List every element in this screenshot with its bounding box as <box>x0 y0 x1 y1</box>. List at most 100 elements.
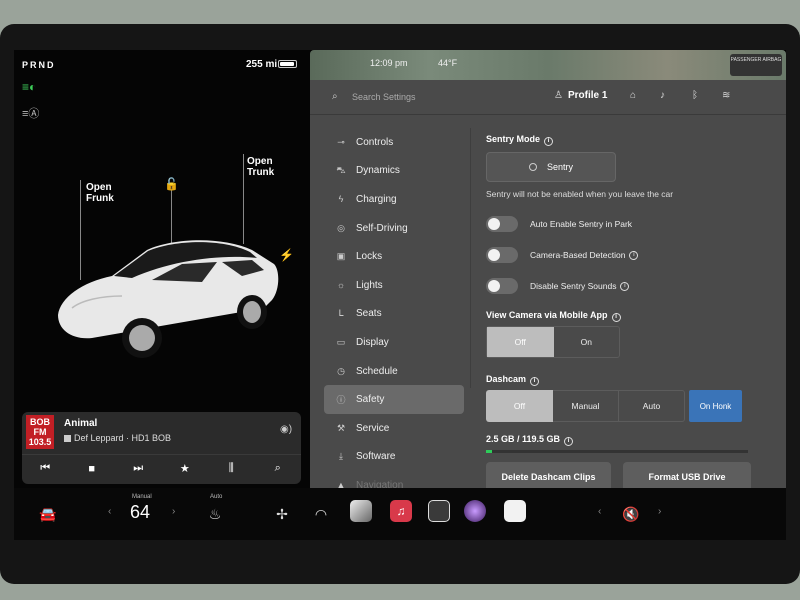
car-model-image <box>58 240 279 358</box>
nav-label: Safety <box>356 394 385 406</box>
info-icon[interactable]: i <box>544 137 554 146</box>
nav-seats[interactable]: ᒪ Seats <box>324 300 464 329</box>
toybox-app-icon[interactable] <box>350 500 372 522</box>
next-track-icon[interactable]: ⏭ <box>127 458 149 480</box>
nav-label: Locks <box>356 251 383 263</box>
unlock-icon[interactable]: 🔓 <box>164 177 179 191</box>
now-playing[interactable]: BOB FM 103.5 Animal Def Leppard · HD1 BO… <box>22 412 301 452</box>
open-trunk-button[interactable]: Open Trunk <box>247 156 274 178</box>
nav-dynamics[interactable]: ⛍ Dynamics <box>324 157 464 186</box>
dashcam-auto[interactable]: Auto <box>619 390 685 422</box>
mute-icon[interactable]: 🔇 <box>618 498 644 530</box>
fan-icon[interactable]: ✢ <box>269 498 295 530</box>
headlight-icon[interactable]: ≡◐ <box>22 80 40 94</box>
info-icon[interactable]: i <box>629 250 639 260</box>
previous-track-icon[interactable]: ⏮ <box>34 458 56 480</box>
car-status-pane: PRND 255 mi ≡◐ ≡Ⓐ Open Frunk Open Trunk … <box>14 50 310 493</box>
info-icon[interactable]: i <box>611 313 621 322</box>
media-search-icon[interactable]: ⌕ <box>267 458 289 480</box>
settings-topbar: ⌕ ♙ Profile 1 ⌂ ♪ ᛒ ≋ <box>310 80 786 115</box>
camera-detection-row[interactable]: Camera-Based Detection i <box>486 245 639 265</box>
download-icon: ⤓ <box>339 451 343 462</box>
nav-display[interactable]: ▭ Display <box>324 328 464 357</box>
bolt-icon: ϟ <box>338 194 344 205</box>
nav-label: Dynamics <box>356 165 400 177</box>
bluetooth-icon[interactable]: ᛒ <box>692 90 698 101</box>
nav-label: Lights <box>356 279 383 291</box>
temp-up-chevron-icon[interactable]: › <box>172 506 175 517</box>
car-icon[interactable]: 🚘 <box>34 498 62 530</box>
passenger-airbag-indicator: PASSENGER AIRBAG <box>730 54 782 76</box>
dashcam-manual[interactable]: Manual <box>553 390 619 422</box>
nav-label: Software <box>356 451 396 463</box>
nav-safety[interactable]: ⓘ Safety <box>324 385 464 414</box>
hd-radio-icon[interactable]: ◉) <box>280 424 292 435</box>
disable-sounds-row[interactable]: Disable Sentry Sounds i <box>486 276 630 296</box>
sentry-icon <box>528 163 537 171</box>
search-settings-input[interactable] <box>352 89 492 105</box>
nav-service[interactable]: ⚒ Service <box>324 414 464 443</box>
dashcam-on-honk[interactable]: On Honk <box>689 390 742 422</box>
dashcam-off[interactable]: Off <box>486 390 553 422</box>
disable-sounds-toggle[interactable] <box>486 278 518 294</box>
nav-label: Seats <box>356 308 382 320</box>
profile-icon: ♙ <box>554 90 563 101</box>
equalizer-icon[interactable]: ⫼ <box>220 458 242 480</box>
temp-down-chevron-icon[interactable]: ‹ <box>108 506 111 517</box>
calendar-app-icon[interactable] <box>504 500 526 522</box>
home-icon[interactable]: ⌂ <box>630 90 636 101</box>
info-icon: ⓘ <box>336 395 346 406</box>
favorite-star-icon[interactable]: ★ <box>174 458 196 480</box>
dashcam-heading: Dashcam i <box>486 374 540 386</box>
volume-down-chevron-icon[interactable]: ‹ <box>598 506 601 517</box>
nav-schedule[interactable]: ◷ Schedule <box>324 357 464 386</box>
map-temp: 44°F <box>438 58 458 68</box>
nav-label: Charging <box>356 193 397 205</box>
auto-lights-icon[interactable]: ≡Ⓐ <box>22 105 40 120</box>
station-logo: BOB FM 103.5 <box>26 415 54 449</box>
info-icon[interactable]: i <box>530 377 540 386</box>
nav-locks[interactable]: ▣ Locks <box>324 242 464 271</box>
lock-icon: ▣ <box>336 251 346 262</box>
gear-indicator: PRND <box>22 60 56 70</box>
nav-self-driving[interactable]: ◎ Self-Driving <box>324 214 464 243</box>
nav-divider <box>470 128 471 388</box>
nav-charging[interactable]: ϟ Charging <box>324 185 464 214</box>
open-frunk-button[interactable]: Open Frunk <box>86 182 114 204</box>
storage-fill <box>486 450 492 453</box>
temperature-readout[interactable]: 64 <box>130 502 150 523</box>
battery-icon <box>278 60 297 68</box>
song-title: Animal <box>64 418 98 429</box>
nav-controls[interactable]: ⊸ Controls <box>324 128 464 157</box>
stop-icon[interactable]: ■ <box>81 458 103 480</box>
map-time: 12:09 pm <box>370 58 408 68</box>
toggle-label: Auto Enable Sentry in Park <box>530 219 633 229</box>
app-launcher-icon[interactable] <box>428 500 450 522</box>
view-camera-off[interactable]: Off <box>487 327 554 357</box>
map-strip[interactable]: 12:09 pm 44°F PASSENGER AIRBAG <box>310 50 786 80</box>
defrost-icon[interactable]: ◠ <box>308 498 334 530</box>
volume-up-chevron-icon[interactable]: › <box>658 506 661 517</box>
view-camera-heading: View Camera via Mobile App i <box>486 310 621 322</box>
bell-icon[interactable]: ♪ <box>660 90 665 101</box>
bottom-dock: 🚘 ‹ Manual 64 › Auto ♨ ✢ ◠ ♫ ‹ 🔇 › <box>14 488 786 540</box>
wifi-icon[interactable]: ≋ <box>722 90 730 101</box>
view-camera-on[interactable]: On <box>554 327 620 357</box>
camera-detection-toggle[interactable] <box>486 247 518 263</box>
info-icon[interactable]: i <box>564 437 574 446</box>
music-app-icon[interactable]: ♫ <box>390 500 412 522</box>
range-readout: 255 mi <box>246 59 278 70</box>
sentry-button[interactable]: Sentry <box>486 152 616 182</box>
auto-enable-sentry-toggle[interactable] <box>486 216 518 232</box>
settings-panel: ⌕ ♙ Profile 1 ⌂ ♪ ᛒ ≋ ⊸ Controls ⛍ Dynamic… <box>310 80 786 538</box>
artist-station: Def Leppard · HD1 BOB <box>64 433 171 443</box>
camera-app-icon[interactable] <box>464 500 486 522</box>
sentry-button-label: Sentry <box>546 162 573 172</box>
seat-heater-icon[interactable]: ♨ <box>202 498 228 530</box>
light-icon: ☼ <box>336 280 346 291</box>
nav-lights[interactable]: ☼ Lights <box>324 271 464 300</box>
profile-button[interactable]: Profile 1 <box>568 90 607 101</box>
auto-enable-sentry-row[interactable]: Auto Enable Sentry in Park <box>486 214 632 234</box>
info-icon[interactable]: i <box>620 281 630 291</box>
nav-software[interactable]: ⤓ Software <box>324 443 464 472</box>
